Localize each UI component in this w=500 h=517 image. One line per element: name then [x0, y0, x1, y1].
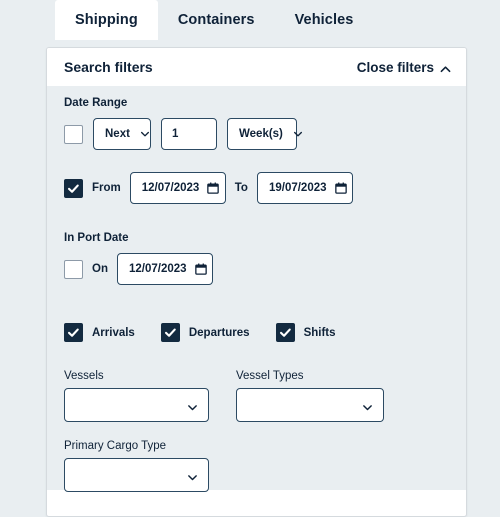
- chevron-down-icon: [362, 400, 372, 411]
- tab-bar: Shipping Containers Vehicles: [0, 0, 500, 40]
- date-range-quantity-input[interactable]: 1: [161, 118, 217, 150]
- vessel-types-field: Vessel Types: [209, 370, 384, 422]
- date-range-direction-select[interactable]: Next: [93, 118, 151, 150]
- in-port-date-section-label: In Port Date: [64, 232, 129, 244]
- chevron-down-icon: [187, 470, 197, 481]
- search-filters-card: Search filters Close filters Date Range …: [46, 47, 467, 517]
- chevron-down-icon: [293, 129, 303, 139]
- shifts-checkbox[interactable]: [275, 323, 295, 342]
- arrivals-checkbox[interactable]: [64, 323, 83, 342]
- tab-containers-label: Containers: [177, 12, 255, 28]
- date-range-unit-select[interactable]: Week(s): [227, 118, 302, 150]
- date-range-absolute-row: From 12/07/2023 To 19/07/2023: [64, 172, 449, 204]
- tab-shipping-label: Shipping: [75, 12, 138, 28]
- movement-type-group: Arrivals Departures Shifts: [64, 323, 449, 342]
- calendar-icon[interactable]: [207, 182, 220, 194]
- shifts-checkbox-item[interactable]: Shifts: [275, 323, 336, 342]
- search-filters-header: Search filters Close filters: [47, 48, 466, 86]
- vessel-types-label: Vessel Types: [236, 370, 304, 382]
- vessels-select[interactable]: [64, 388, 209, 422]
- calendar-icon[interactable]: [194, 263, 207, 275]
- vessel-selectors-row: Vessels Vessel Types: [64, 370, 449, 422]
- primary-cargo-type-field: Primary Cargo Type: [64, 440, 449, 492]
- on-label: On: [92, 263, 108, 275]
- to-date-value: 19/07/2023: [268, 182, 327, 194]
- date-range-direction-value: Next: [105, 128, 130, 140]
- close-filters-button[interactable]: Close filters: [356, 59, 451, 75]
- date-range-relative-checkbox[interactable]: [64, 124, 83, 144]
- primary-cargo-type-label: Primary Cargo Type: [64, 440, 167, 452]
- chevron-up-icon: [440, 63, 451, 72]
- date-range-section-label: Date Range: [64, 97, 128, 109]
- page-title: Search filters: [64, 59, 153, 75]
- vessel-types-select[interactable]: [236, 388, 384, 422]
- in-port-date-row: On 12/07/2023: [64, 253, 449, 285]
- calendar-icon[interactable]: [334, 182, 347, 194]
- chevron-down-icon: [140, 129, 150, 139]
- chevron-down-icon: [187, 400, 197, 411]
- vessels-field: Vessels: [64, 370, 209, 422]
- to-label: To: [234, 182, 248, 194]
- in-port-date-input[interactable]: 12/07/2023: [116, 253, 213, 285]
- vessels-label: Vessels: [64, 370, 104, 382]
- tab-containers[interactable]: Containers: [158, 0, 275, 40]
- from-date-value: 12/07/2023: [141, 182, 200, 194]
- shifts-label: Shifts: [303, 326, 336, 339]
- from-label: From: [92, 182, 121, 194]
- arrivals-label: Arrivals: [92, 326, 135, 339]
- tab-shipping[interactable]: Shipping: [55, 0, 158, 40]
- tab-vehicles[interactable]: Vehicles: [275, 0, 374, 40]
- departures-label: Departures: [188, 326, 250, 339]
- primary-cargo-type-select[interactable]: [64, 458, 209, 492]
- date-range-quantity-value: 1: [172, 128, 179, 140]
- date-range-absolute-checkbox[interactable]: [64, 178, 83, 198]
- tab-vehicles-label: Vehicles: [294, 12, 354, 28]
- arrivals-checkbox-item[interactable]: Arrivals: [64, 323, 135, 342]
- to-date-input[interactable]: 19/07/2023: [256, 172, 353, 204]
- departures-checkbox[interactable]: [160, 323, 180, 342]
- close-filters-label: Close filters: [356, 59, 434, 75]
- from-date-input[interactable]: 12/07/2023: [129, 172, 226, 204]
- departures-checkbox-item[interactable]: Departures: [160, 323, 250, 342]
- filter-body: Date Range Next 1 Week(s) From 12/07/202…: [47, 86, 466, 492]
- in-port-date-checkbox[interactable]: [64, 259, 83, 279]
- date-range-relative-row: Next 1 Week(s): [64, 118, 449, 150]
- in-port-date-value: 12/07/2023: [128, 263, 187, 275]
- date-range-unit-value: Week(s): [239, 128, 283, 140]
